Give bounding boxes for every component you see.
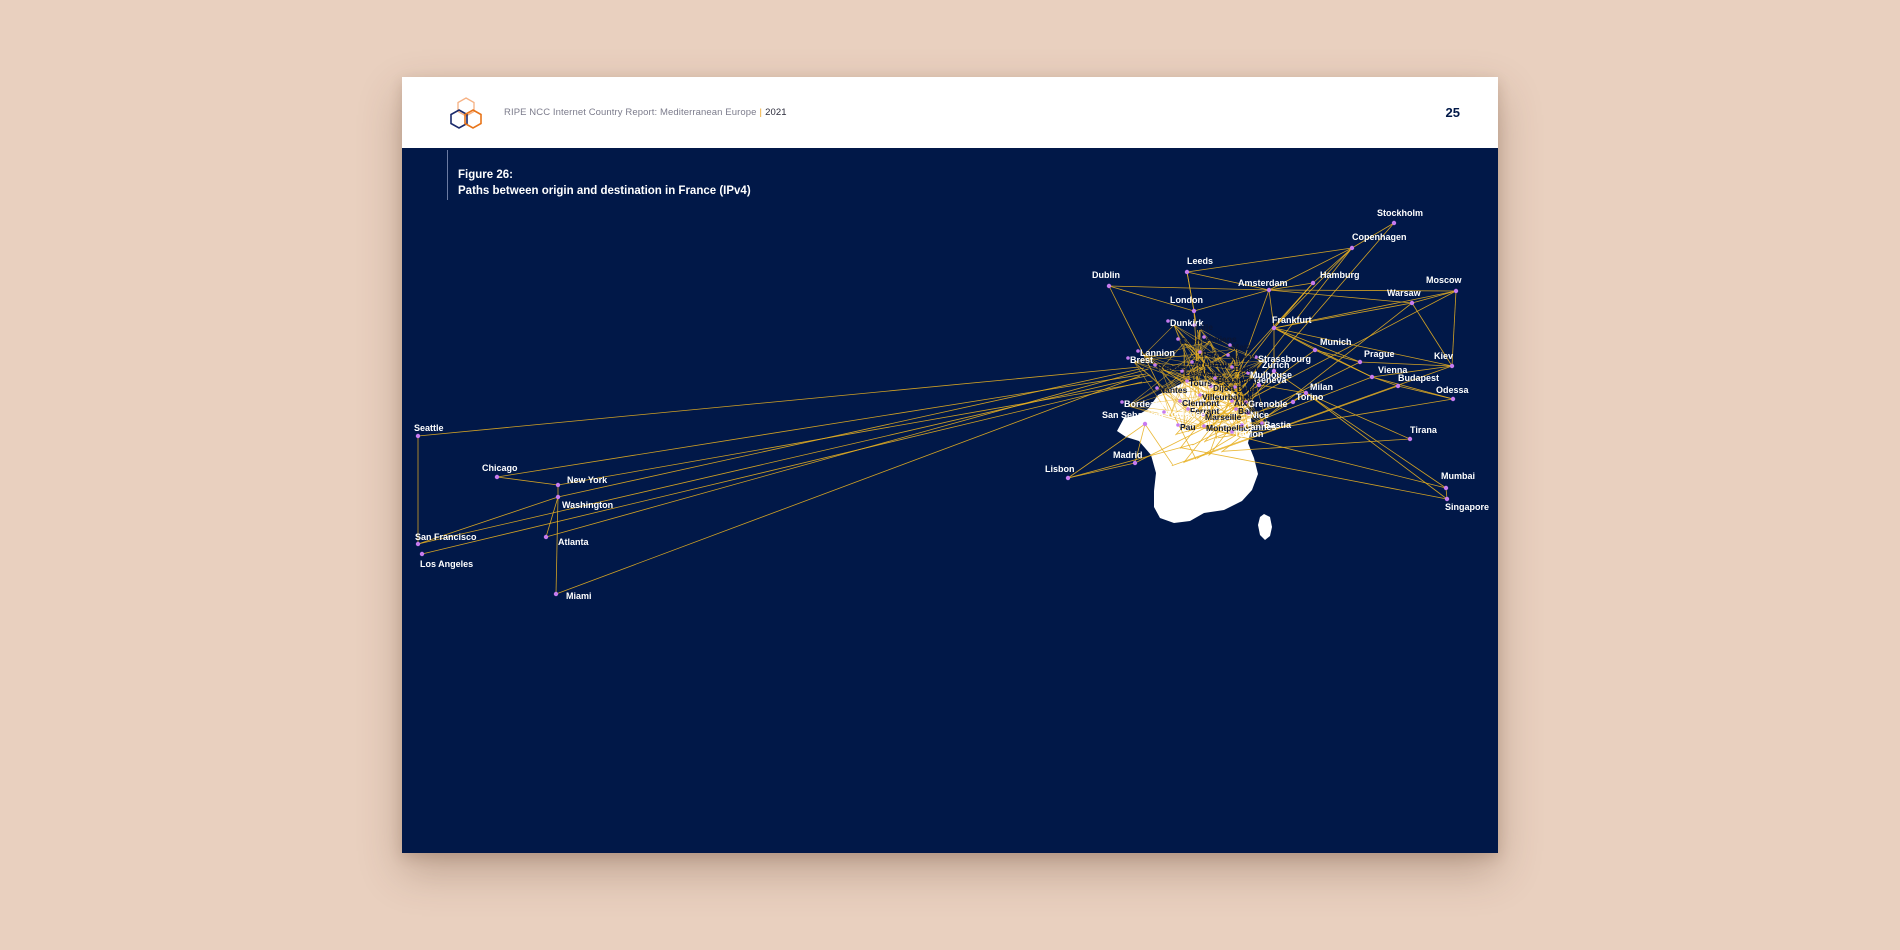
label-toulouse: Toulouse [1166,409,1205,419]
path-france-san-francisco [417,374,1151,545]
label-atlanta: Atlanta [558,537,589,547]
label-tours: Tours [1189,378,1212,388]
label-seattle: Seattle [414,423,444,433]
path-leeds-london [1186,271,1195,312]
node-atlanta [543,534,549,540]
label-stockholm: Stockholm [1377,208,1423,218]
label-washington: Washington [562,500,613,510]
label-copenhagen: Copenhagen [1352,232,1407,242]
node-copenhagen [1349,245,1355,251]
path-france-los-angeles [421,381,1143,555]
label-nancy: Nancy [1230,352,1256,362]
node-lisbon [1065,475,1071,481]
path-milan-singapore [1305,392,1448,500]
label-hamburg: Hamburg [1320,270,1360,280]
node-prague [1357,359,1363,365]
label-munich: Munich [1320,337,1352,347]
node-madrid [1132,460,1138,466]
label-strassbourg: Strassbourg [1258,354,1311,364]
label-metz: Metz [1232,342,1251,352]
label-london: London [1170,295,1203,305]
node-munich [1312,347,1318,353]
label-lisbon: Lisbon [1045,464,1075,474]
label-budapest: Budapest [1398,373,1439,383]
label-marseille: Marseille [1205,412,1242,422]
node-moscow [1453,288,1459,294]
label-bordeaux: Bordeaux [1124,399,1166,409]
label-warsaw: Warsaw [1387,288,1422,298]
node-singapore [1444,496,1450,502]
label-odessa: Odessa [1436,385,1470,395]
label-pau: Pau [1180,422,1196,432]
path-france-miami [555,375,1141,595]
node-new-york [555,482,561,488]
label-kiev: Kiev [1434,351,1453,361]
label-caen: Caen [1180,336,1201,346]
path-munich-prague [1314,349,1361,363]
node-stockholm [1391,220,1397,226]
label-amsterdam: Amsterdam [1238,278,1288,288]
label-nantes: Nantes [1159,385,1188,395]
corsica-island [1258,514,1272,540]
node-warsaw [1409,300,1415,306]
node-chicago [494,474,500,480]
label-torino: Torino [1296,392,1324,402]
path-france-tirana [1222,438,1411,452]
node-washington [555,494,561,500]
path-map: Stockholm Copenhagen Leeds Dublin Hamburg Ams… [414,208,1489,601]
path-france-chicago [496,373,1147,478]
path-france-atlanta [545,368,1149,538]
path-amsterdam-moscow [1268,289,1457,292]
node-frankfurt [1271,325,1277,331]
label-chicago: Chicago [482,463,518,473]
label-san-francisco: San Francisco [415,532,477,542]
node-mumbai [1443,485,1449,491]
path-milan-mumbai [1305,392,1447,489]
node-seattle [415,433,421,439]
label-milan: Milan [1310,382,1333,392]
label-mumbai: Mumbai [1441,471,1475,481]
path-france-washington [557,367,1145,498]
node-dublin [1106,283,1112,289]
label-miami: Miami [566,591,592,601]
path-chicago-new-york [496,476,559,486]
node-amsterdam [1266,287,1272,293]
label-new-york: New York [567,475,608,485]
label-toulon: Toulon [1234,429,1263,439]
label-singapore: Singapore [1445,502,1489,512]
label-san-sebastian: San Sebastian [1102,410,1164,420]
report-page: RIPE NCC Internet Country Report: Medite… [402,77,1498,853]
label-nice: Nice [1250,410,1269,420]
node-vienna [1369,374,1375,380]
node-miami [553,591,559,597]
node-odessa [1450,396,1456,402]
node-san-francisco [415,541,421,547]
label-grenoble: Grenoble [1248,399,1288,409]
node-london [1191,308,1197,314]
label-los-angeles: Los Angeles [420,559,473,569]
node-leeds [1184,269,1190,275]
label-paris: Paris [1202,349,1223,359]
node-budapest [1395,383,1401,389]
path-amsterdam-london [1193,289,1270,312]
label-tirana: Tirana [1410,425,1438,435]
node-los-angeles [419,551,425,557]
node-torino [1290,399,1296,405]
label-dublin: Dublin [1092,270,1120,280]
path-washington-atlanta [545,496,559,538]
label-lille: Lille [1196,322,1213,332]
node-hamburg [1310,280,1316,286]
label-moscow: Moscow [1426,275,1463,285]
label-brest: Brest [1130,355,1153,365]
label-frankfurt: Frankfurt [1272,315,1312,325]
label-madrid: Madrid [1113,450,1143,460]
label-leeds: Leeds [1187,256,1213,266]
label-bastia: Bastia [1264,420,1292,430]
label-prague: Prague [1364,349,1395,359]
node-san-sebastian [1142,421,1148,427]
node-kiev [1449,363,1455,369]
node-tirana [1407,436,1413,442]
